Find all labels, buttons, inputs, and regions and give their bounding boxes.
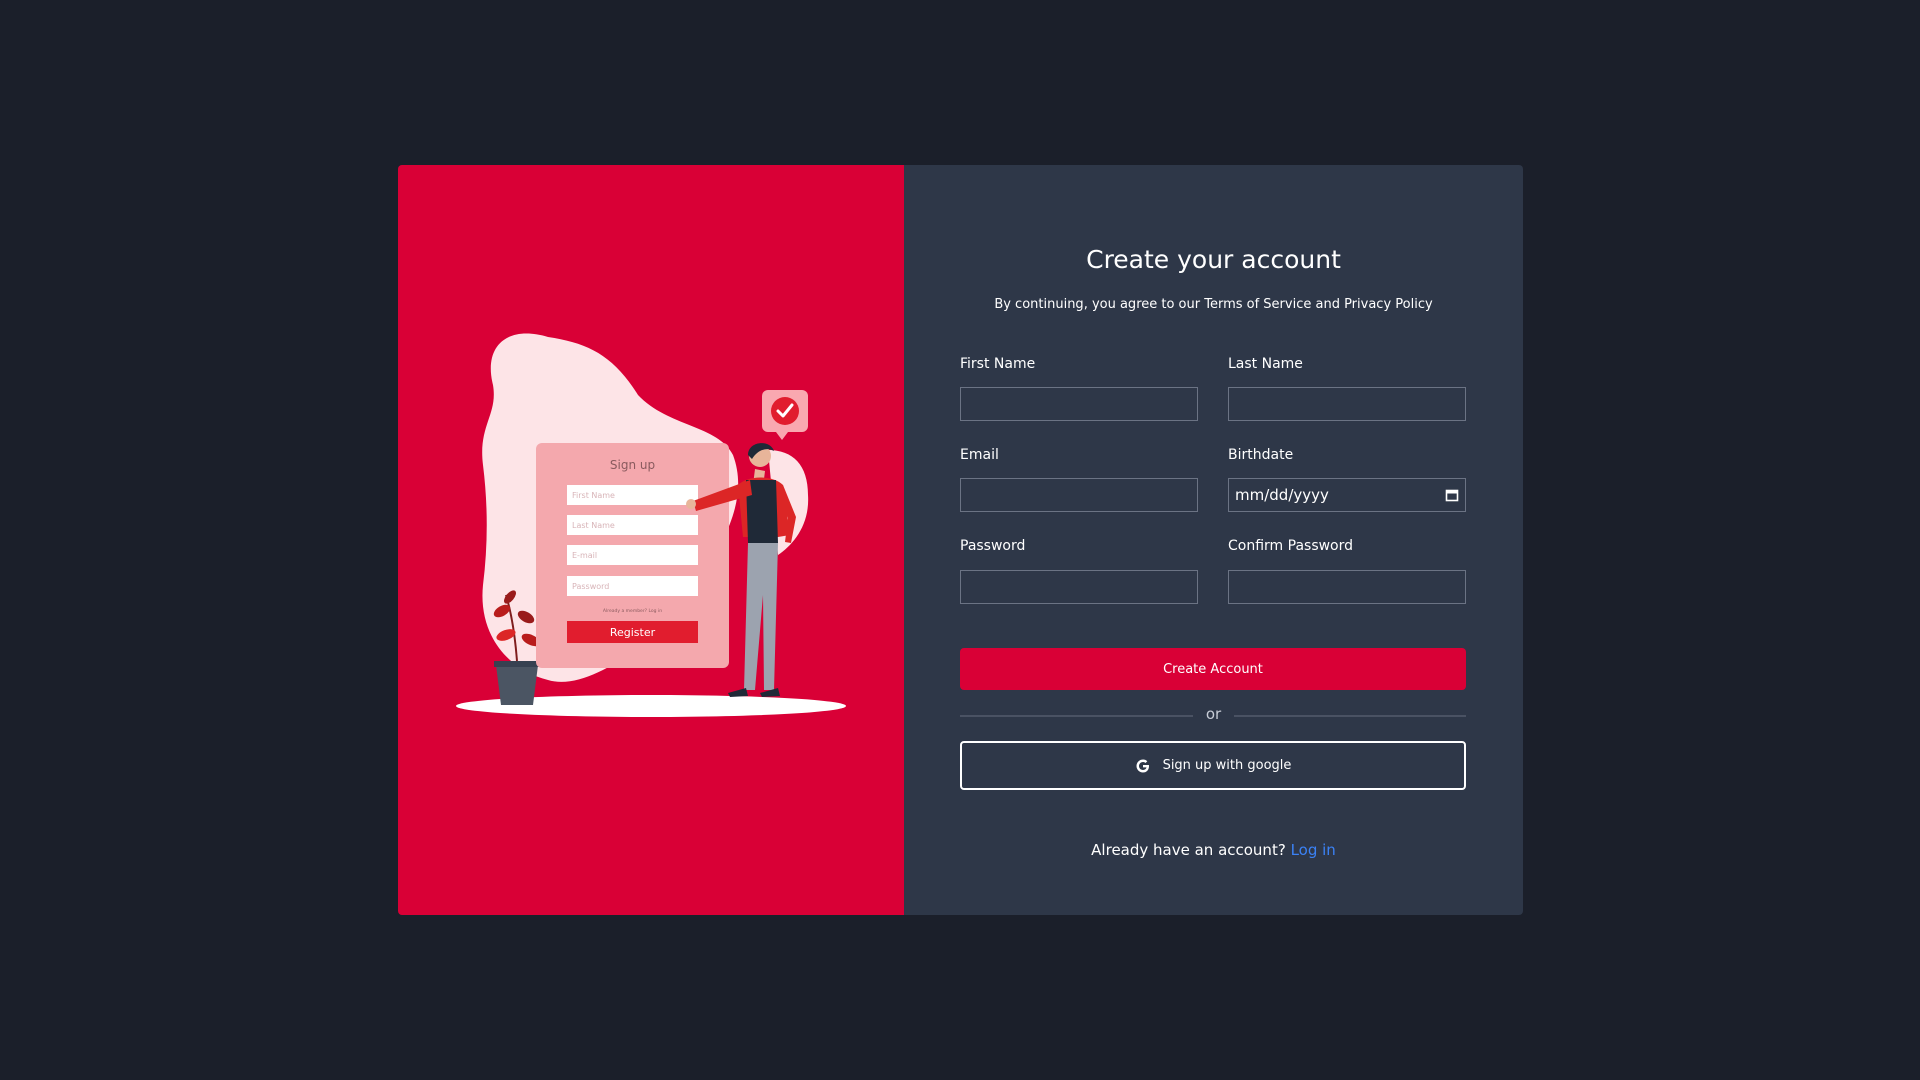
create-account-button[interactable]: Create Account <box>960 648 1466 690</box>
login-prompt-row: Already have an account? Log in <box>904 841 1523 859</box>
mini-form-title: Sign up <box>610 458 655 472</box>
signup-illustration: Sign up First Name Last Name E-mail Pass… <box>456 333 846 717</box>
last-name-label: Last Name <box>1228 356 1303 372</box>
mini-field-first-name: First Name <box>572 491 615 500</box>
mini-login-hint: Already a member? Log in <box>603 608 662 614</box>
first-name-label: First Name <box>960 356 1036 372</box>
mini-field-email: E-mail <box>572 551 597 560</box>
login-prompt-text: Already have an account? <box>1091 841 1286 859</box>
confirm-password-label: Confirm Password <box>1228 538 1354 554</box>
divider-or-text: or <box>1205 705 1222 723</box>
email-label: Email <box>960 447 999 463</box>
check-badge-icon <box>762 390 808 440</box>
password-input[interactable] <box>960 570 1198 604</box>
birthdate-placeholder: mm/dd/yyyy <box>1235 486 1329 504</box>
mini-register-button: Register <box>610 626 656 639</box>
calendar-icon[interactable] <box>1445 488 1459 502</box>
page-title: Create your account <box>1086 245 1341 274</box>
birthdate-input[interactable]: mm/dd/yyyy <box>1228 478 1466 512</box>
terms-notice: By continuing, you agree to our Terms of… <box>994 297 1433 312</box>
illustration-panel: Sign up First Name Last Name E-mail Pass… <box>398 165 904 915</box>
email-input[interactable] <box>960 478 1198 512</box>
birthdate-label: Birthdate <box>1228 447 1294 463</box>
form-panel: Create your account By continuing, you a… <box>904 165 1523 915</box>
first-name-input[interactable] <box>960 387 1198 421</box>
google-g-icon <box>1136 759 1149 772</box>
google-signup-label: Sign up with google <box>1162 758 1292 773</box>
google-signup-button[interactable]: Sign up with google <box>960 741 1466 790</box>
divider-right <box>1234 715 1466 717</box>
confirm-password-input[interactable] <box>1228 570 1466 604</box>
signup-card: Sign up First Name Last Name E-mail Pass… <box>398 165 1523 915</box>
login-link[interactable]: Log in <box>1291 841 1336 859</box>
mini-field-password: Password <box>572 582 609 591</box>
password-label: Password <box>960 538 1026 554</box>
last-name-input[interactable] <box>1228 387 1466 421</box>
mini-field-last-name: Last Name <box>572 521 615 530</box>
